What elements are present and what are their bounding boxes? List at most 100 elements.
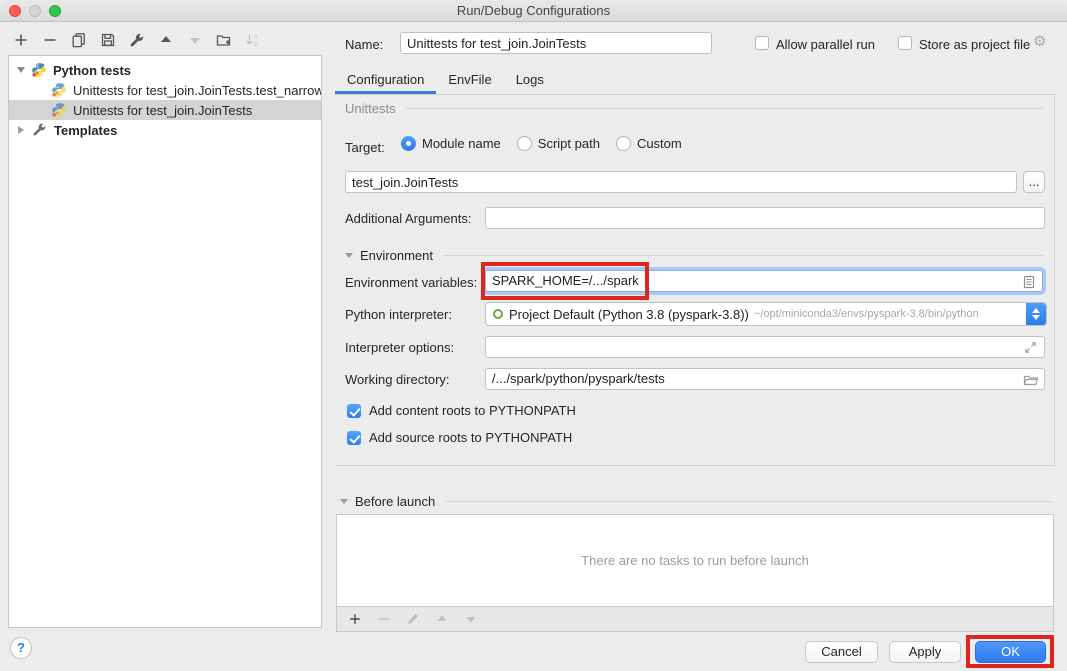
unittests-group-header: Unittests [345,101,1044,116]
tree-item-python-tests[interactable]: Python tests [9,60,321,80]
radio-module-name-label: Module name [422,136,501,151]
group-divider-line [443,255,1044,256]
tab-configuration[interactable]: Configuration [335,64,436,94]
allow-parallel-run-checkbox[interactable] [755,36,769,50]
target-radio-group: Module name Script path Custom [401,136,682,151]
configuration-form-panel: Unittests Target: Module name Script pat… [335,95,1055,466]
titlebar: Run/Debug Configurations [0,0,1067,22]
add-source-roots-row: Add source roots to PYTHONPATH [347,430,572,445]
before-launch-toolbar [336,607,1054,632]
before-launch-tasks-panel: There are no tasks to run before launch [336,514,1054,607]
edit-task-icon [404,610,422,628]
interpreter-options-field[interactable] [485,336,1045,358]
tab-envfile[interactable]: EnvFile [436,64,503,94]
ok-button[interactable]: OK [975,641,1046,663]
python-tests-icon [31,62,47,78]
browse-folder-icon[interactable] [1023,372,1039,388]
svg-text:a: a [254,34,258,41]
sort-configurations-icon: az [244,31,262,49]
add-content-roots-label: Add content roots to PYTHONPATH [369,403,576,418]
edit-templates-icon[interactable] [128,31,146,49]
collapse-arrow-icon[interactable] [18,126,24,134]
python-interpreter-value: Project Default (Python 3.8 (pyspark-3.8… [509,307,749,322]
expand-arrow-icon[interactable] [17,67,25,73]
no-tasks-message: There are no tasks to run before launch [581,553,809,568]
tab-logs[interactable]: Logs [504,64,556,94]
before-launch-collapse-icon[interactable] [340,499,348,504]
svg-text:z: z [254,41,257,48]
tree-item-label: Python tests [53,63,131,78]
environment-variables-field[interactable]: SPARK_HOME=/.../spark [485,270,1043,292]
run-debug-configurations-dialog: Run/Debug Configurations az Pyth [0,0,1067,671]
dropdown-stepper-icon[interactable] [1026,303,1046,325]
working-directory-label: Working directory: [345,372,450,387]
add-source-roots-checkbox[interactable] [347,431,361,445]
expand-field-icon[interactable] [1023,340,1039,356]
add-configuration-icon[interactable] [12,31,30,49]
additional-arguments-label: Additional Arguments: [345,211,471,226]
name-label: Name: [345,37,383,52]
python-interpreter-path: ~/opt/miniconda3/envs/pyspark-3.8/bin/py… [754,308,1026,320]
move-up-icon[interactable] [157,31,175,49]
store-as-project-file-label: Store as project file [919,37,1030,52]
tree-item-label: Unittests for test_join.JoinTests.test_n… [73,83,321,98]
help-button[interactable]: ? [10,637,32,659]
add-source-roots-label: Add source roots to PYTHONPATH [369,430,572,445]
remove-task-icon [375,610,393,628]
radio-custom-label: Custom [637,136,682,151]
allow-parallel-run-label: Allow parallel run [776,37,875,52]
group-divider-line [445,501,1053,502]
browse-module-button[interactable]: ... [1023,171,1045,193]
move-down-icon [186,31,204,49]
python-interpreter-label: Python interpreter: [345,307,452,322]
environment-variables-label: Environment variables: [345,275,477,290]
radio-script-path-label: Script path [538,136,600,151]
tree-item-label: Unittests for test_join.JoinTests [73,103,252,118]
add-content-roots-row: Add content roots to PYTHONPATH [347,403,576,418]
before-launch-title: Before launch [355,494,435,509]
radio-module-name[interactable] [401,136,416,151]
environment-section-header[interactable]: Environment [345,248,1044,263]
conda-environment-icon [493,309,503,319]
unittests-group-title: Unittests [345,101,396,116]
environment-section-title: Environment [360,248,433,263]
target-label: Target: [345,140,385,155]
target-module-input[interactable] [345,171,1017,193]
configurations-toolbar: az [12,31,262,49]
add-task-icon[interactable] [346,610,364,628]
edit-environment-variables-icon[interactable] [1021,274,1037,290]
move-task-down-icon [462,610,480,628]
python-test-configuration-icon [51,102,67,118]
additional-arguments-input[interactable] [485,207,1045,229]
working-directory-field[interactable]: /.../spark/python/pyspark/tests [485,368,1045,390]
cancel-button[interactable]: Cancel [805,641,878,663]
python-interpreter-select[interactable]: Project Default (Python 3.8 (pyspark-3.8… [485,302,1047,326]
remove-configuration-icon[interactable] [41,31,59,49]
tree-item-label: Templates [54,123,117,138]
apply-button[interactable]: Apply [889,641,961,663]
interpreter-options-label: Interpreter options: [345,340,454,355]
name-input[interactable] [400,32,712,54]
tree-item-templates[interactable]: Templates [9,120,321,140]
configurations-tree: Python tests Unittests for test_join.Joi… [8,55,322,628]
python-test-configuration-icon [51,82,67,98]
move-task-up-icon [433,610,451,628]
configuration-tabs: Configuration EnvFile Logs [335,64,1055,95]
save-configuration-icon[interactable] [99,31,117,49]
templates-wrench-icon [32,122,48,138]
radio-custom[interactable] [616,136,631,151]
environment-collapse-icon[interactable] [345,253,353,258]
create-new-folder-icon[interactable] [215,31,233,49]
working-directory-value: /.../spark/python/pyspark/tests [492,371,665,386]
window-title: Run/Debug Configurations [0,3,1067,18]
add-content-roots-checkbox[interactable] [347,404,361,418]
store-as-project-file-checkbox[interactable] [898,36,912,50]
store-settings-gear-icon[interactable]: ⚙ [1033,34,1046,49]
environment-variables-value: SPARK_HOME=/.../spark [492,273,639,288]
tree-item-unittests-jointests-selected[interactable]: Unittests for test_join.JoinTests [9,100,321,120]
group-divider-line [406,108,1044,109]
before-launch-header[interactable]: Before launch [340,494,1053,509]
radio-script-path[interactable] [517,136,532,151]
copy-configuration-icon[interactable] [70,31,88,49]
tree-item-unittests-test-narrow[interactable]: Unittests for test_join.JoinTests.test_n… [9,80,321,100]
